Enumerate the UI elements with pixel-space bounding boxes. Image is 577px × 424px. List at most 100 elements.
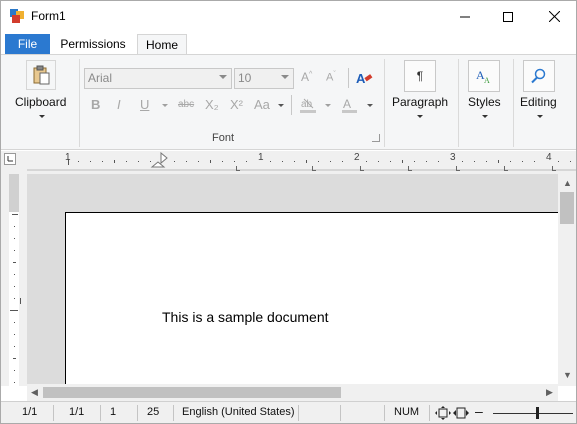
ruler-area: 1 1 2 3 4 — [1, 151, 576, 174]
styles-dropdown-icon[interactable] — [482, 115, 488, 118]
tab-permissions[interactable]: Permissions — [51, 34, 135, 55]
styles-label[interactable]: Styles — [468, 95, 501, 109]
app-icon — [10, 9, 24, 23]
zoom-slider-track[interactable] — [493, 413, 573, 414]
ribbon-tabs: File Permissions Home — [1, 34, 576, 55]
tab-file[interactable]: File — [5, 34, 50, 55]
chevron-down-icon — [281, 75, 289, 79]
font-divider — [291, 95, 292, 115]
close-icon — [548, 11, 560, 22]
zoom-slider-thumb[interactable] — [536, 407, 539, 419]
fit-page-icon[interactable] — [435, 406, 451, 420]
ruler-number: 4 — [546, 152, 552, 163]
group-separator — [458, 59, 459, 147]
title-bar: Form1 — [1, 1, 576, 32]
group-separator — [79, 59, 80, 147]
group-separator — [513, 59, 514, 147]
clipboard-label[interactable]: Clipboard — [15, 95, 66, 109]
ruler-number: 1 — [258, 152, 264, 163]
change-case-dropdown-icon[interactable] — [278, 104, 284, 107]
group-separator — [384, 59, 385, 147]
status-separator — [173, 405, 174, 421]
highlight-icon[interactable]: ab — [299, 97, 319, 113]
close-button[interactable] — [531, 1, 576, 32]
vertical-scrollbar[interactable]: ▲ ▼ — [558, 174, 576, 386]
font-color-dropdown-icon[interactable] — [367, 104, 373, 107]
scroll-left-icon[interactable]: ◀ — [31, 387, 38, 398]
shrink-font-icon[interactable]: Aˇ — [326, 71, 336, 84]
italic-button[interactable]: I — [117, 97, 121, 112]
zoom-out-icon[interactable]: – — [475, 403, 483, 419]
underline-button[interactable]: U — [140, 97, 149, 112]
first-line-indent-icon[interactable] — [160, 151, 168, 165]
status-line: 1 — [110, 406, 117, 418]
paragraph-label[interactable]: Paragraph — [392, 95, 448, 109]
vertical-scroll-thumb[interactable] — [560, 192, 574, 224]
editing-dropdown-icon[interactable] — [537, 115, 543, 118]
ruler-number: 2 — [354, 152, 360, 163]
search-icon — [531, 68, 546, 84]
minimize-icon — [460, 16, 470, 17]
status-separator — [340, 405, 341, 421]
maximize-icon — [503, 11, 513, 22]
document-page[interactable]: This is a sample document — [65, 212, 558, 386]
vertical-ruler-scale — [9, 174, 21, 386]
font-family-value: Arial — [88, 71, 113, 85]
font-color-icon[interactable]: A — [341, 97, 359, 113]
ruler-scale — [27, 151, 576, 171]
clipboard-dropdown-icon[interactable] — [39, 115, 45, 118]
grow-font-icon[interactable]: A^ — [301, 70, 312, 84]
svg-text:A: A — [343, 97, 351, 111]
superscript-button[interactable]: X² — [230, 97, 243, 112]
horizontal-scroll-thumb[interactable] — [43, 387, 341, 398]
font-family-combo[interactable]: Arial — [84, 68, 232, 89]
highlight-dropdown-icon[interactable] — [325, 104, 331, 107]
status-page: 1/1 — [22, 406, 38, 418]
font-divider — [348, 68, 349, 88]
status-section: 1/1 — [69, 406, 85, 418]
horizontal-ruler[interactable]: 1 1 2 3 4 — [27, 151, 576, 171]
scroll-right-icon[interactable]: ▶ — [546, 387, 553, 398]
editing-label[interactable]: Editing — [520, 95, 557, 109]
chevron-down-icon — [219, 75, 227, 79]
scroll-up-icon[interactable]: ▲ — [563, 178, 572, 188]
bold-button[interactable]: B — [91, 97, 100, 112]
horizontal-scrollbar[interactable]: ◀ ▶ — [27, 384, 558, 401]
ruler-number: 3 — [450, 152, 456, 163]
font-size-combo[interactable]: 10 — [234, 68, 294, 89]
status-separator — [53, 405, 54, 421]
tab-home[interactable]: Home — [137, 34, 187, 55]
font-group-label: Font — [212, 132, 235, 144]
status-language[interactable]: English (United States) — [182, 406, 295, 418]
maximize-button[interactable] — [485, 1, 531, 32]
status-separator — [298, 405, 299, 421]
document-canvas[interactable]: This is a sample document — [27, 174, 558, 386]
clear-formatting-icon[interactable]: A — [355, 70, 373, 86]
tab-selector-button[interactable] — [4, 153, 16, 165]
font-dialog-launcher-icon[interactable] — [372, 134, 380, 142]
ribbon-home: Clipboard Arial 10 A^ Aˇ A B I U abc X₂ … — [1, 54, 576, 150]
editing-button[interactable] — [523, 60, 555, 92]
left-indent-icon[interactable] — [150, 161, 166, 168]
status-num-lock: NUM — [394, 406, 420, 418]
status-separator — [137, 405, 138, 421]
minimize-button[interactable] — [442, 1, 488, 32]
status-bar: 1/1 1/1 1 25 English (United States) NUM… — [1, 401, 576, 423]
status-separator — [429, 405, 430, 421]
paragraph-button[interactable]: ¶ — [404, 60, 436, 92]
document-text[interactable]: This is a sample document — [162, 309, 329, 325]
clipboard-button[interactable] — [26, 60, 56, 90]
left-tab-icon — [7, 156, 13, 162]
status-column: 25 — [147, 406, 160, 418]
underline-dropdown-icon[interactable] — [162, 104, 168, 107]
vertical-ruler[interactable] — [1, 174, 27, 386]
fit-width-icon[interactable] — [453, 406, 469, 420]
scroll-down-icon[interactable]: ▼ — [563, 370, 572, 380]
change-case-button[interactable]: Aa — [254, 97, 270, 112]
subscript-button[interactable]: X₂ — [205, 97, 219, 112]
pilcrow-icon: ¶ — [416, 69, 424, 83]
strikethrough-button[interactable]: abc — [178, 99, 194, 110]
paragraph-dropdown-icon[interactable] — [417, 115, 423, 118]
styles-button[interactable]: A A — [468, 60, 500, 92]
svg-text:A: A — [356, 71, 366, 86]
